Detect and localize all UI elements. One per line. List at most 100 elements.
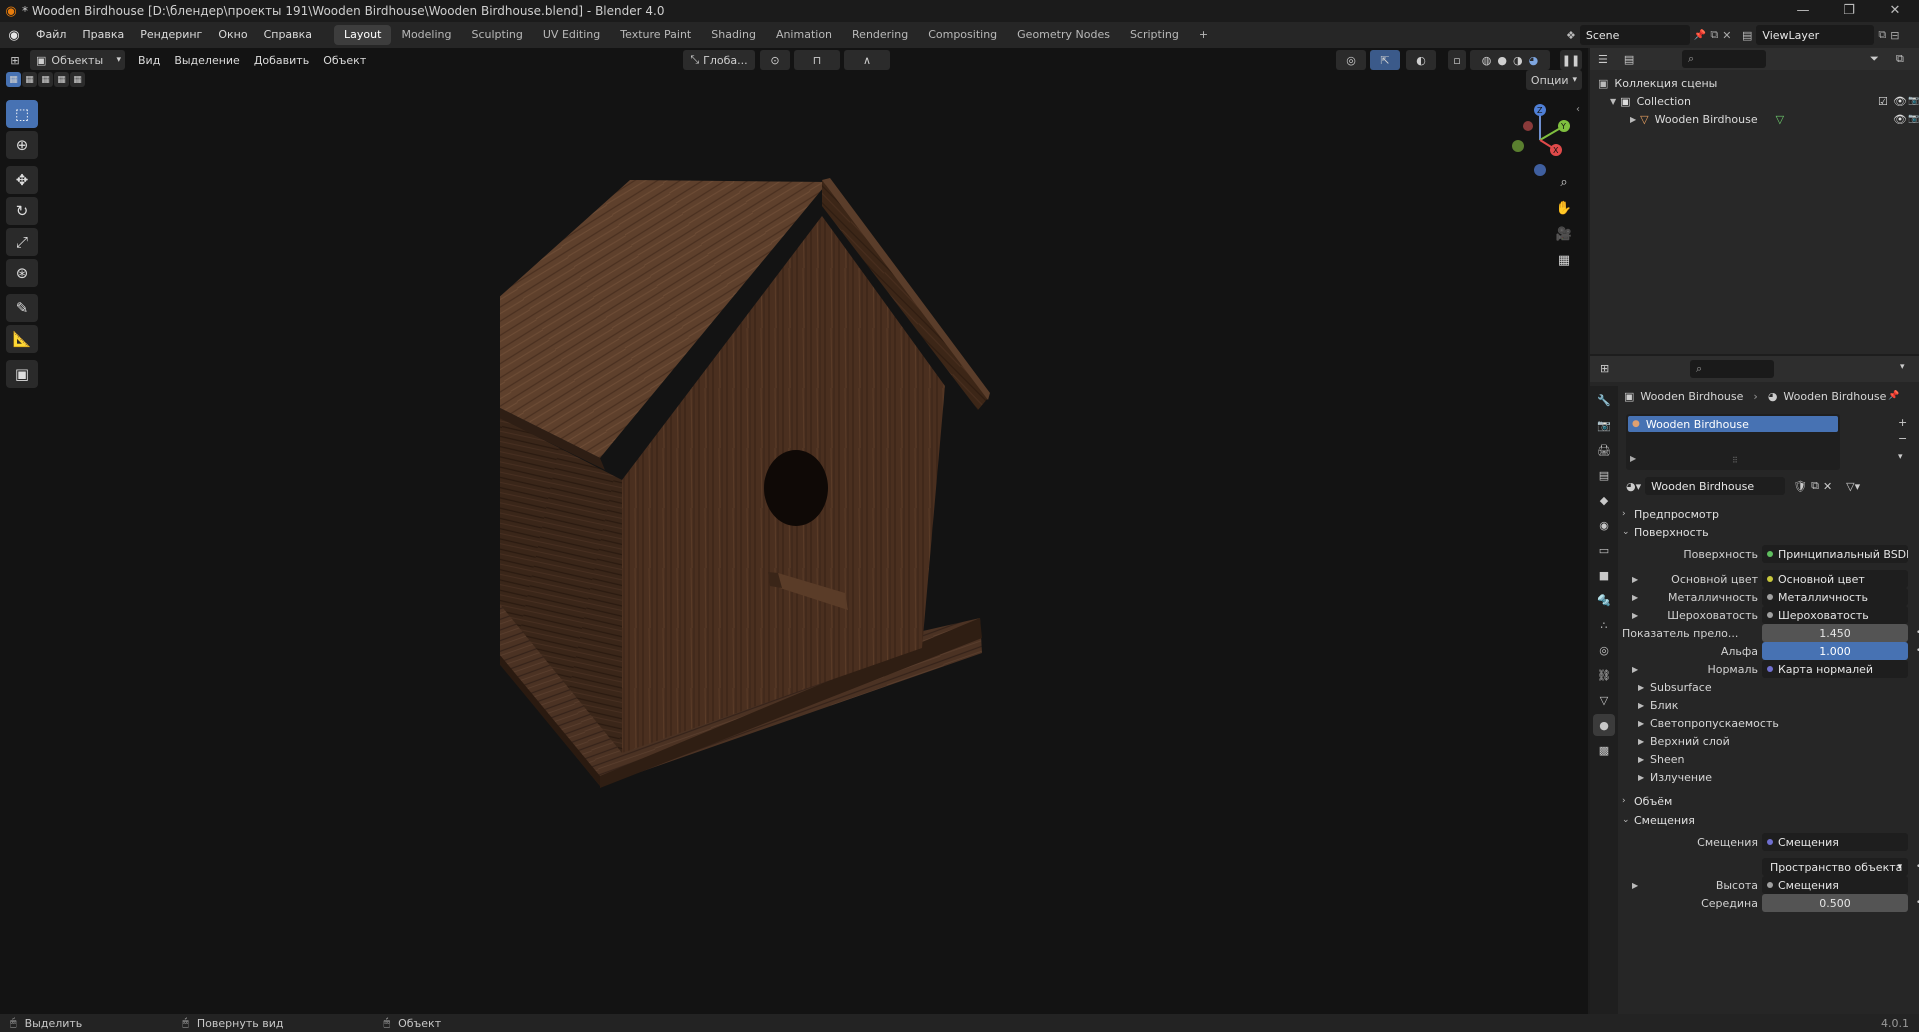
physics-tab-icon[interactable]: ◎ [1593, 639, 1615, 661]
displacement-field[interactable]: Смещения [1762, 833, 1908, 851]
annotate-tool-icon[interactable]: ✎ [6, 294, 38, 322]
surface-shader-field[interactable]: Принципиальный BSDF [1762, 545, 1908, 563]
tool-tab-icon[interactable]: 🔧 [1593, 389, 1615, 411]
pause-render-icon[interactable]: ❚❚ [1560, 50, 1582, 70]
scene-selector[interactable]: Scene [1579, 25, 1690, 45]
base-color-field[interactable]: Основной цвет [1762, 570, 1908, 588]
tab-uv-editing[interactable]: UV Editing [533, 25, 610, 45]
properties-editor-icon[interactable]: ⊞ [1600, 362, 1609, 375]
select-invert-icon[interactable]: ▦ [54, 72, 69, 87]
resize-handle-icon[interactable]: ⠿ [1732, 456, 1738, 465]
transform-tool-icon[interactable]: ⊛ [6, 259, 38, 287]
object-tab-icon[interactable]: ■ [1593, 564, 1615, 586]
roughness-field[interactable]: Шероховатость [1762, 606, 1908, 624]
camera-view-icon[interactable]: 🎥 [1552, 222, 1576, 246]
material-tab-icon[interactable]: ● [1593, 714, 1615, 736]
proportional-edit-icon[interactable]: ∧ [844, 50, 890, 70]
exclude-checkbox-icon[interactable]: ☑ [1878, 95, 1888, 108]
expand-arrow-icon[interactable]: ▶ [1632, 593, 1638, 602]
move-tool-icon[interactable]: ✥ [6, 166, 38, 194]
material-slot-list[interactable]: ● Wooden Birdhouse ▶ ⠿ [1626, 414, 1840, 470]
view-layer-icon[interactable]: ▤ [1742, 29, 1752, 42]
outliner-editor-icon[interactable]: ☰ [1598, 53, 1608, 66]
render-tab-icon[interactable]: 📷 [1593, 414, 1615, 436]
tab-sculpting[interactable]: Sculpting [462, 25, 533, 45]
link-type-icon[interactable]: ▽▾ [1846, 480, 1860, 493]
subsection-subsurface[interactable]: ▶ Subsurface [1638, 677, 1712, 697]
height-field[interactable]: Смещения [1762, 876, 1908, 894]
slot-specials-icon[interactable]: ▾ [1898, 452, 1903, 462]
eye-icon[interactable]: 👁 [1893, 113, 1907, 126]
texture-tab-icon[interactable]: ▩ [1593, 739, 1615, 761]
xray-icon[interactable]: ▫ [1448, 50, 1466, 70]
menu-view[interactable]: Вид [131, 54, 167, 67]
perspective-toggle-icon[interactable]: ▦ [1552, 248, 1576, 272]
filter-icon[interactable]: ⏷ [1870, 52, 1879, 66]
expand-arrow-icon[interactable]: ▶ [1632, 665, 1638, 674]
normal-field[interactable]: Карта нормалей [1762, 660, 1908, 678]
properties-panel[interactable]: ⊞ ⌕ ▾ 🔧 📷 🖨 ▤ ◆ ◉ ▭ ■ 🔩 ∴ ◎ ⛓ ▽ ● ▩ ▣ Wo… [1590, 356, 1919, 1014]
mesh-data-icon[interactable]: ▽ [1776, 113, 1784, 126]
select-extend-icon[interactable]: ▦ [22, 72, 37, 87]
section-preview[interactable]: › Предпросмотр [1622, 504, 1912, 524]
ior-field[interactable]: 1.450 [1762, 624, 1908, 642]
tab-compositing[interactable]: Compositing [918, 25, 1007, 45]
expand-arrow-icon[interactable]: ▶ [1632, 611, 1638, 620]
rotate-tool-icon[interactable]: ↻ [6, 197, 38, 225]
new-view-layer-icon[interactable]: ⧉ [1878, 28, 1886, 42]
delete-view-layer-icon[interactable]: ⊟ [1890, 29, 1899, 42]
select-box-tool-icon[interactable]: ⬚ [6, 100, 38, 128]
metallic-field[interactable]: Металличность [1762, 588, 1908, 606]
midlevel-field[interactable]: 0.500 [1762, 894, 1908, 912]
scene-tab-icon[interactable]: ◆ [1593, 489, 1615, 511]
duplicate-material-icon[interactable]: ⧉ [1811, 479, 1819, 493]
browse-material-icon[interactable]: ◕▾ [1626, 480, 1641, 493]
subsection-specular[interactable]: ▶ Блик [1638, 695, 1678, 715]
menu-help[interactable]: Справка [256, 22, 320, 48]
visibility-icon[interactable]: ◎ [1336, 50, 1366, 70]
scene-icon[interactable]: ❖ [1566, 29, 1576, 42]
collection-tab-icon[interactable]: ▭ [1593, 539, 1615, 561]
mode-selector[interactable]: ▣ Объекты ▾ [30, 50, 125, 70]
rendered-shading-icon[interactable]: ◕ [1529, 54, 1539, 67]
zoom-icon[interactable]: ⌕ [1552, 170, 1576, 194]
menu-window[interactable]: Окно [210, 22, 255, 48]
view-layer-tab-icon[interactable]: ▤ [1593, 464, 1615, 486]
editor-type-icon[interactable]: ⊞ [0, 54, 30, 67]
tab-texture-paint[interactable]: Texture Paint [610, 25, 701, 45]
scale-tool-icon[interactable]: ⤢ [6, 228, 38, 256]
pin-icon[interactable]: 📌 [1694, 30, 1706, 41]
menu-object[interactable]: Объект [316, 54, 373, 67]
sidebar-toggle-icon[interactable]: ‹ [1576, 104, 1580, 115]
pivot-point-icon[interactable]: ⊙ [760, 50, 790, 70]
unlink-material-icon[interactable]: ✕ [1823, 480, 1832, 493]
subsection-transmission[interactable]: ▶ Светопропускаемость [1638, 713, 1779, 733]
new-collection-icon[interactable]: ⧉ [1896, 52, 1904, 66]
expand-arrow-icon[interactable]: ▶ [1632, 881, 1638, 890]
pan-hand-icon[interactable]: ✋ [1552, 196, 1576, 220]
constraints-tab-icon[interactable]: ⛓ [1593, 664, 1615, 686]
blender-menu-icon[interactable]: ◉ [0, 28, 28, 43]
subsection-sheen[interactable]: ▶ Sheen [1638, 749, 1684, 769]
expand-arrow-icon[interactable]: ▶ [1630, 454, 1636, 463]
chevron-down-icon[interactable]: ▾ [1900, 362, 1905, 372]
shading-modes[interactable]: ◍ ● ◑ ◕ [1470, 50, 1550, 70]
menu-add[interactable]: Добавить [247, 54, 316, 67]
material-slot-item[interactable]: ● Wooden Birdhouse [1628, 416, 1838, 432]
expand-arrow-icon[interactable]: ▶ [1632, 575, 1638, 584]
navigation-gizmo[interactable]: Z Y X [1500, 98, 1580, 178]
pin-icon[interactable]: 📌 [1888, 391, 1899, 401]
new-scene-icon[interactable]: ⧉ [1710, 28, 1718, 42]
outliner-collection[interactable]: ▼ ▣ Collection ☑ 👁 📷 [1590, 92, 1919, 110]
material-shading-icon[interactable]: ◑ [1513, 54, 1523, 67]
expand-arrow-icon[interactable]: ▶ [1630, 115, 1636, 124]
close-icon[interactable]: ✕ [1872, 0, 1918, 22]
render-camera-icon[interactable]: 📷 [1908, 96, 1919, 106]
add-cube-tool-icon[interactable]: ▣ [6, 360, 38, 388]
wireframe-shading-icon[interactable]: ◍ [1482, 54, 1492, 67]
add-workspace-icon[interactable]: + [1189, 25, 1218, 45]
data-tab-icon[interactable]: ▽ [1593, 689, 1615, 711]
menu-select[interactable]: Выделение [167, 54, 247, 67]
select-subtract-icon[interactable]: ▦ [38, 72, 53, 87]
tab-rendering[interactable]: Rendering [842, 25, 918, 45]
